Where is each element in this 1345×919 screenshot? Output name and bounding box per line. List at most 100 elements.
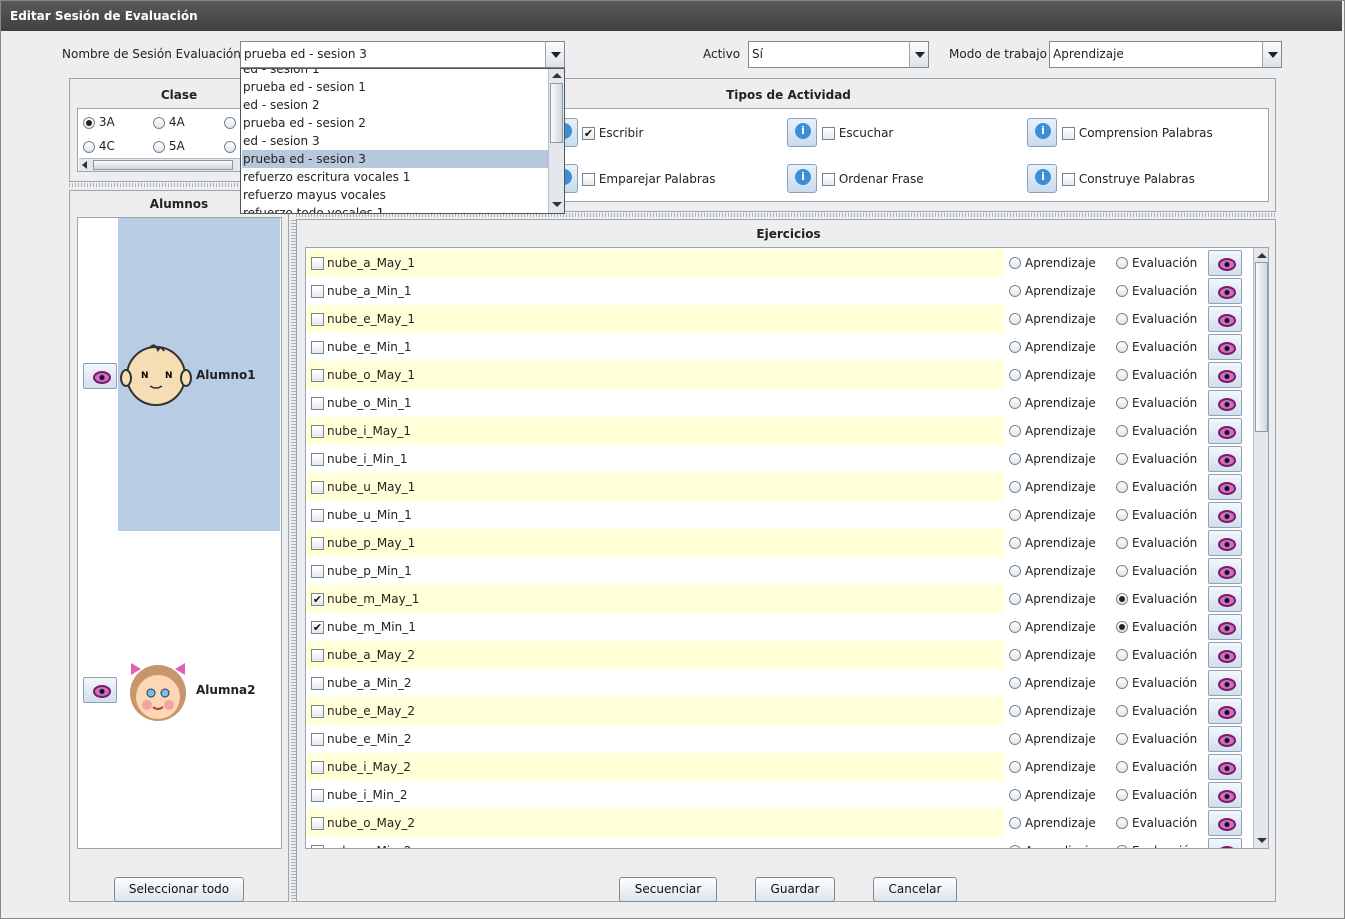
chevron-down-icon[interactable] [909,42,928,67]
evaluacion-radio[interactable] [1116,817,1128,829]
tipo-construye-palabras[interactable]: Construye Palabras [1062,172,1195,186]
exercise-checkbox[interactable] [311,285,324,298]
eye-icon[interactable] [1208,754,1242,780]
evaluacion-radio[interactable] [1116,761,1128,773]
evaluacion-radio[interactable] [1116,481,1128,493]
dropdown-item[interactable]: ed - sesion 3 [242,132,548,150]
tipo-escribir[interactable]: ✔ Escribir [582,126,643,140]
eye-icon[interactable] [1208,558,1242,584]
eye-icon[interactable] [1208,782,1242,808]
eye-icon[interactable] [1208,306,1242,332]
tipo-escuchar[interactable]: Escuchar [822,126,893,140]
exercise-checkbox[interactable] [311,733,324,746]
aprendizaje-radio[interactable] [1009,397,1021,409]
dropdown-item[interactable]: refuerzo escritura vocales 1 [242,168,548,186]
dropdown-item[interactable]: refuerzo todo vocales 1 [242,204,548,213]
evaluacion-radio[interactable] [1116,565,1128,577]
scroll-thumb[interactable] [550,83,563,143]
evaluacion-radio[interactable] [1116,397,1128,409]
eye-icon[interactable] [1208,502,1242,528]
select-all-button[interactable]: Seleccionar todo [114,877,244,902]
dropdown-item[interactable]: refuerzo mayus vocales [242,186,548,204]
aprendizaje-radio[interactable] [1009,733,1021,745]
aprendizaje-radio[interactable] [1009,593,1021,605]
eye-icon[interactable] [1208,334,1242,360]
exercise-checkbox[interactable] [311,313,324,326]
evaluacion-radio[interactable] [1116,649,1128,661]
exercise-checkbox[interactable] [311,845,324,848]
aprendizaje-radio[interactable] [1009,453,1021,465]
eye-icon[interactable] [1208,670,1242,696]
exercise-checkbox[interactable] [311,789,324,802]
exercise-checkbox[interactable] [311,537,324,550]
exercise-checkbox[interactable] [311,509,324,522]
eye-icon[interactable] [1208,614,1242,640]
aprendizaje-radio[interactable] [1009,537,1021,549]
evaluacion-radio[interactable] [1116,705,1128,717]
aprendizaje-radio[interactable] [1009,257,1021,269]
aprendizaje-radio[interactable] [1009,705,1021,717]
exercise-checkbox[interactable] [311,397,324,410]
evaluacion-radio[interactable] [1116,789,1128,801]
evaluacion-radio[interactable] [1116,593,1128,605]
aprendizaje-radio[interactable] [1009,565,1021,577]
exercise-checkbox[interactable]: ✔ [311,621,324,634]
aprendizaje-radio[interactable] [1009,677,1021,689]
exercise-checkbox[interactable] [311,425,324,438]
chevron-down-icon[interactable] [545,42,564,67]
eye-icon[interactable] [1208,362,1242,388]
aprendizaje-radio[interactable] [1009,369,1021,381]
evaluacion-radio[interactable] [1116,677,1128,689]
chevron-down-icon[interactable] [1262,42,1281,67]
clase-option-4c[interactable]: 4C [83,139,115,153]
eye-icon[interactable] [1208,250,1242,276]
exercise-checkbox[interactable] [311,705,324,718]
exercise-checkbox[interactable] [311,761,324,774]
evaluacion-radio[interactable] [1116,453,1128,465]
eye-icon[interactable] [1208,810,1242,836]
info-icon[interactable] [787,118,817,147]
aprendizaje-radio[interactable] [1009,509,1021,521]
exercise-checkbox[interactable] [311,565,324,578]
dropdown-vscrollbar[interactable] [548,69,564,213]
exercise-checkbox[interactable]: ✔ [311,593,324,606]
clase-option-3a[interactable]: 3A [83,115,115,129]
evaluacion-radio[interactable] [1116,257,1128,269]
exercise-checkbox[interactable] [311,817,324,830]
exercise-checkbox[interactable] [311,453,324,466]
scroll-thumb[interactable] [1255,262,1268,432]
exercise-checkbox[interactable] [311,481,324,494]
aprendizaje-radio[interactable] [1009,761,1021,773]
evaluacion-radio[interactable] [1116,341,1128,353]
dropdown-item[interactable]: prueba ed - sesion 2 [242,114,548,132]
dropdown-item[interactable]: ed - sesion 1 [242,69,548,78]
modo-combo[interactable]: Aprendizaje [1049,41,1282,68]
eye-icon[interactable] [1208,530,1242,556]
evaluacion-radio[interactable] [1116,537,1128,549]
aprendizaje-radio[interactable] [1009,341,1021,353]
secuenciar-button[interactable]: Secuenciar [619,877,717,902]
clase-option-5a[interactable]: 5A [153,139,185,153]
eye-icon[interactable] [1208,446,1242,472]
aprendizaje-radio[interactable] [1009,285,1021,297]
exercise-checkbox[interactable] [311,369,324,382]
evaluacion-radio[interactable] [1116,621,1128,633]
eye-icon[interactable] [83,677,117,703]
eye-icon[interactable] [1208,474,1242,500]
aprendizaje-radio[interactable] [1009,649,1021,661]
guardar-button[interactable]: Guardar [755,877,835,902]
tipo-ordenar-frase[interactable]: Ordenar Frase [822,172,924,186]
aprendizaje-radio[interactable] [1009,481,1021,493]
info-icon[interactable] [1027,118,1057,147]
eye-icon[interactable] [1208,390,1242,416]
eye-icon[interactable] [1208,838,1242,848]
eye-icon[interactable] [1208,586,1242,612]
evaluacion-radio[interactable] [1116,369,1128,381]
exercise-checkbox[interactable] [311,341,324,354]
activo-combo[interactable]: Sí [748,41,929,68]
scroll-thumb[interactable] [93,160,233,170]
evaluacion-radio[interactable] [1116,313,1128,325]
clase-option-hidden-2[interactable] [224,139,236,153]
evaluacion-radio[interactable] [1116,733,1128,745]
exercise-checkbox[interactable] [311,677,324,690]
